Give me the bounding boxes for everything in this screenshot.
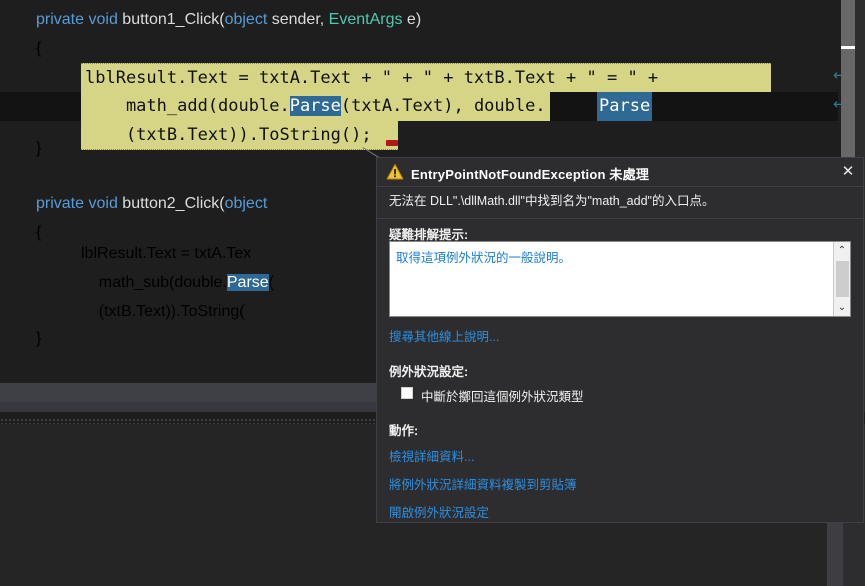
method2-name: button2_Click(: [122, 195, 225, 212]
keyword-void: void: [88, 11, 118, 28]
action-view-details-link[interactable]: 檢視詳細資料...: [389, 446, 474, 465]
selection-parse-1: Parse: [289, 96, 341, 116]
break-on-throw-label: 中斷於擲回這個例外狀況類型: [421, 390, 584, 404]
warning-triangle-icon: [386, 163, 404, 181]
tips-scrollbar[interactable]: ⌃ ⌄: [833, 242, 850, 316]
code-line-method2-body-3: (txtB.Text)).ToString(: [81, 303, 245, 320]
method1-name: button1_Click(: [122, 11, 225, 28]
close-icon[interactable]: ✕: [837, 161, 859, 183]
dialog-separator: [377, 218, 863, 219]
error-marker-icon: [386, 140, 398, 146]
break-on-throw-checkbox[interactable]: [401, 387, 413, 399]
exception-statement-line-2: math_add(double.Parse(txtA.Text), double…: [81, 92, 550, 121]
keyword-private: private: [36, 11, 85, 28]
action-open-exception-settings-link[interactable]: 開啟例外狀況設定: [389, 502, 489, 521]
troubleshooting-tip-link[interactable]: 取得這項例外狀況的一般說明。: [396, 247, 571, 266]
actions-heading: 動作:: [389, 424, 419, 438]
exception-statement-line-3: (txtB.Text)).ToString();: [81, 121, 398, 150]
code-line-method2-open-brace: {: [36, 224, 42, 241]
editor-scrollbar-thumb[interactable]: [841, 0, 855, 158]
visual-studio-debug-screen: private void button1_Click(object sender…: [0, 0, 865, 586]
keyword-object: object: [224, 11, 268, 28]
code-line-method2-body-1: lblResult.Text = txtA.Tex: [81, 245, 252, 262]
selection-parse-3: Parse: [226, 274, 269, 291]
code-line-method1-open-brace: {: [36, 40, 42, 57]
exception-settings-heading: 例外狀況設定:: [389, 365, 469, 379]
dialog-title-bar: EntryPointNotFoundException 未處理 ✕: [377, 158, 863, 187]
tips-scrollbar-thumb[interactable]: [836, 261, 849, 297]
keyword-void-2: void: [88, 195, 118, 212]
code-line-method1-signature: private void button1_Click(object sender…: [36, 11, 421, 40]
method1-param-e: e): [402, 11, 422, 28]
search-more-help-link[interactable]: 搜尋其他線上說明...: [389, 326, 499, 345]
code-line-method2-signature: private void button2_Click(object: [36, 195, 267, 224]
action-copy-details-link[interactable]: 將例外狀況詳細資料複製到剪貼簿: [389, 474, 577, 493]
dialog-title: EntryPointNotFoundException 未處理: [411, 167, 650, 182]
exception-message: 无法在 DLL".\dllMath.dll"中找到名为"math_add"的入口…: [389, 194, 715, 208]
keyword-private-2: private: [36, 195, 85, 212]
exception-helper-dialog[interactable]: EntryPointNotFoundException 未處理 ✕ 无法在 DL…: [376, 157, 864, 523]
scroll-up-arrow-icon[interactable]: ⌃: [834, 242, 850, 259]
troubleshooting-tips-box[interactable]: 取得這項例外狀況的一般說明。 ⌃ ⌄: [389, 241, 851, 317]
type-eventargs: EventArgs: [328, 11, 403, 28]
keyword-object-2: object: [224, 195, 268, 212]
selection-parse-2: Parse: [597, 92, 653, 121]
exception-statement-line-1: lblResult.Text = txtA.Text + " + " + txt…: [81, 63, 771, 92]
code-line-method2-body-2: math_sub(double.Parse(: [81, 274, 274, 291]
scroll-down-arrow-icon[interactable]: ⌄: [834, 299, 850, 316]
code-line-method2-close-brace: }: [36, 330, 42, 347]
editor-scrollbar-position-marker: [841, 46, 855, 49]
method1-param-sender: sender,: [267, 11, 329, 28]
code-line-method1-close-brace: }: [36, 140, 42, 157]
